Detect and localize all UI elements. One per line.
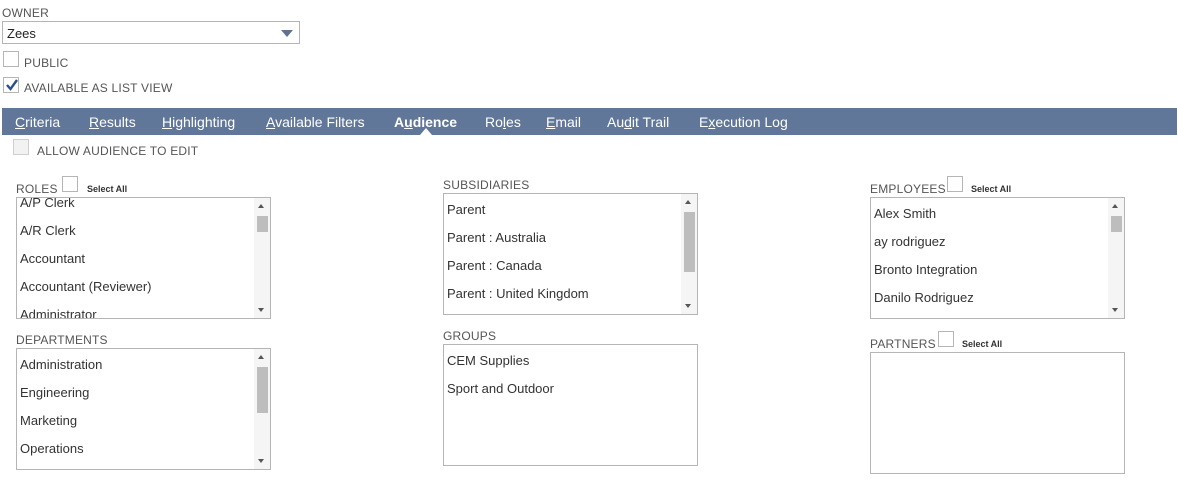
roles-select-all-checkbox[interactable] [62, 176, 78, 192]
roles-scrollbar[interactable] [254, 198, 270, 318]
list-item[interactable]: Operations [20, 441, 84, 456]
scroll-down-icon[interactable] [258, 459, 264, 463]
list-item[interactable]: Accountant (Reviewer) [20, 279, 152, 294]
scroll-down-icon[interactable] [258, 308, 264, 312]
tab-highlighting[interactable]: Highlighting [162, 114, 235, 130]
scroll-up-icon[interactable] [1112, 204, 1118, 208]
employees-label: EMPLOYEES [870, 182, 946, 196]
partners-listbox[interactable] [870, 352, 1125, 474]
list-item[interactable]: Danilo Rodriguez [874, 290, 974, 305]
list-view-label: AVAILABLE AS LIST VIEW [24, 81, 173, 95]
allow-audience-edit-checkbox[interactable] [13, 139, 29, 155]
groups-label: GROUPS [443, 329, 497, 343]
partners-select-all-checkbox[interactable] [938, 331, 954, 347]
scroll-down-icon[interactable] [685, 304, 691, 308]
list-item[interactable]: Parent : United Kingdom [447, 286, 589, 301]
public-checkbox[interactable] [3, 51, 19, 67]
list-item[interactable]: Administration [20, 357, 102, 372]
list-item[interactable]: Parent : Canada [447, 258, 542, 273]
tab-bar: Criteria Results Highlighting Available … [2, 108, 1177, 135]
partners-select-all-label: Select All [962, 339, 1003, 349]
employees-scrollbar[interactable] [1108, 198, 1124, 318]
list-item[interactable]: ay rodriguez [874, 234, 946, 249]
tab-email[interactable]: Email [546, 114, 581, 130]
owner-value: Zees [7, 26, 36, 41]
list-item[interactable]: Engineering [20, 385, 89, 400]
active-tab-pointer [420, 128, 432, 135]
scroll-thumb[interactable] [1111, 216, 1122, 232]
roles-select-all-label: Select All [87, 184, 128, 194]
scroll-thumb[interactable] [684, 212, 695, 272]
scroll-down-icon[interactable] [1112, 308, 1118, 312]
tab-roles[interactable]: Roles [485, 114, 521, 130]
departments-scrollbar[interactable] [254, 349, 270, 469]
list-item[interactable]: CEM Supplies [447, 353, 529, 368]
tab-available-filters[interactable]: Available Filters [266, 114, 365, 130]
employees-select-all-label: Select All [971, 184, 1012, 194]
chevron-down-icon[interactable] [281, 30, 293, 37]
list-item[interactable]: Parent : Australia [447, 230, 546, 245]
departments-listbox[interactable]: Administration Engineering Marketing Ope… [16, 348, 271, 470]
list-item[interactable]: A/P Clerk [20, 198, 75, 210]
subsidiaries-listbox[interactable]: Parent Parent : Australia Parent : Canad… [443, 193, 698, 315]
subsidiaries-label: SUBSIDIARIES [443, 178, 530, 192]
scroll-thumb[interactable] [257, 216, 268, 232]
tab-execution-log[interactable]: Execution Log [699, 114, 788, 130]
scroll-thumb[interactable] [257, 367, 268, 413]
tab-criteria[interactable]: Criteria [15, 114, 60, 130]
list-item[interactable]: Sport and Outdoor [447, 381, 554, 396]
owner-label: OWNER [2, 6, 49, 20]
tab-results[interactable]: Results [89, 114, 136, 130]
roles-listbox[interactable]: A/P Clerk A/R Clerk Accountant Accountan… [16, 197, 271, 319]
list-item[interactable]: Parent [447, 202, 485, 217]
list-item[interactable]: Bronto Integration [874, 262, 977, 277]
groups-listbox[interactable]: CEM Supplies Sport and Outdoor [443, 344, 698, 466]
list-item[interactable]: Alex Smith [874, 206, 936, 221]
list-item[interactable]: A/R Clerk [20, 223, 76, 238]
owner-select[interactable]: Zees [2, 21, 300, 44]
public-label: PUBLIC [24, 56, 69, 70]
partners-label: PARTNERS [870, 337, 936, 351]
list-item[interactable]: Administrator [20, 307, 97, 318]
checkmark-icon [6, 79, 18, 91]
allow-audience-edit-label: ALLOW AUDIENCE TO EDIT [37, 144, 199, 158]
scroll-up-icon[interactable] [685, 200, 691, 204]
departments-label: DEPARTMENTS [16, 333, 108, 347]
tab-audit-trail[interactable]: Audit Trail [607, 114, 669, 130]
employees-select-all-checkbox[interactable] [947, 176, 963, 192]
list-item[interactable]: Marketing [20, 413, 77, 428]
employees-listbox[interactable]: Alex Smith ay rodriguez Bronto Integrati… [870, 197, 1125, 319]
list-item[interactable]: Accountant [20, 251, 85, 266]
subsidiaries-scrollbar[interactable] [681, 194, 697, 314]
list-view-checkbox[interactable] [3, 77, 19, 93]
roles-label: ROLES [16, 182, 58, 196]
scroll-up-icon[interactable] [258, 204, 264, 208]
scroll-up-icon[interactable] [258, 355, 264, 359]
